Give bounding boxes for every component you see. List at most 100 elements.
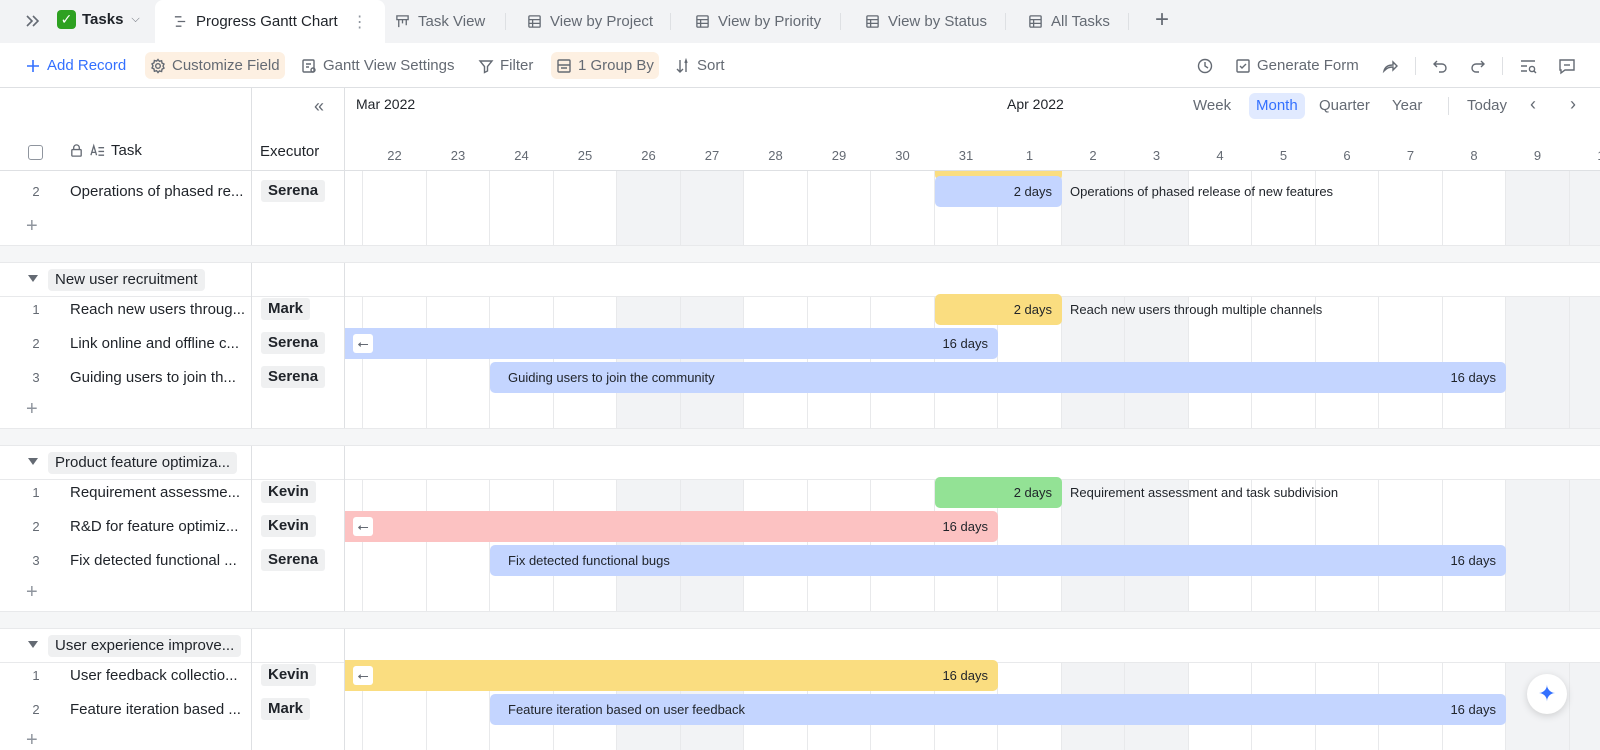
bar-label: Guiding users to join the community: [508, 370, 715, 385]
share-icon[interactable]: [1381, 57, 1399, 75]
row-index: 1: [32, 485, 40, 500]
executor-tag[interactable]: Mark: [261, 698, 311, 720]
comment-icon[interactable]: [1558, 57, 1576, 75]
tab-divider: [670, 13, 671, 30]
sort-button[interactable]: Sort: [670, 52, 730, 79]
chevron-left-icon[interactable]: ‹: [1530, 94, 1536, 115]
gantt-bar[interactable]: 2 days: [935, 294, 1062, 325]
executor-tag[interactable]: Kevin: [261, 481, 316, 503]
executor-tag[interactable]: Serena: [261, 180, 326, 202]
arrow-left-icon[interactable]: ⭠: [353, 666, 373, 685]
bar-duration: 16 days: [942, 668, 988, 683]
row-index: 2: [32, 519, 40, 534]
tab-view-by-priority[interactable]: View by Priority: [695, 0, 821, 43]
add-row-button[interactable]: +: [26, 581, 38, 604]
executor-tag[interactable]: Mark: [261, 298, 311, 320]
gantt-bar[interactable]: Fix detected functional bugs 16 days: [490, 545, 1506, 576]
gantt-bar[interactable]: 2 days: [935, 477, 1062, 508]
gantt-view-settings-label: Gantt View Settings: [323, 57, 455, 74]
day-label: 1: [1570, 148, 1600, 163]
gantt-bar[interactable]: ⭠ 16 days: [345, 511, 998, 542]
tab-task-view[interactable]: Task View: [395, 0, 485, 43]
grid-icon: [696, 15, 709, 28]
ai-assistant-button[interactable]: ✦: [1527, 674, 1567, 714]
tab-progress-gantt-chart[interactable]: Progress Gantt Chart ⋮: [155, 0, 385, 43]
task-column-label: Task: [111, 142, 142, 159]
add-row-button[interactable]: +: [26, 398, 38, 421]
more-icon[interactable]: ⋮: [352, 12, 368, 32]
executor-tag[interactable]: Kevin: [261, 515, 316, 537]
history-icon[interactable]: [1196, 57, 1214, 75]
tab-view-by-project[interactable]: View by Project: [527, 0, 653, 43]
caret-down-icon[interactable]: [28, 458, 38, 465]
toolbar-divider: [1415, 57, 1416, 75]
bar-label: Fix detected functional bugs: [508, 553, 670, 568]
range-quarter-button[interactable]: Quarter: [1312, 93, 1377, 119]
range-week-button[interactable]: Week: [1186, 93, 1238, 119]
bar-duration: 16 days: [1450, 702, 1496, 717]
bar-duration: 16 days: [942, 336, 988, 351]
executor-tag[interactable]: Serena: [261, 332, 326, 354]
expand-sidebar-icon[interactable]: [24, 12, 42, 30]
redo-icon[interactable]: [1469, 57, 1487, 75]
executor-column-title[interactable]: Executor: [260, 143, 319, 160]
add-record-button[interactable]: Add Record: [20, 52, 131, 79]
range-year-button[interactable]: Year: [1385, 93, 1429, 119]
arrow-left-icon[interactable]: ⭠: [353, 517, 373, 536]
task-title[interactable]: Fix detected functional ...: [70, 552, 245, 569]
select-all-checkbox[interactable]: [28, 145, 43, 160]
add-row-button[interactable]: +: [26, 215, 38, 238]
gantt-bar[interactable]: 2 days: [935, 176, 1062, 207]
bar-label: Requirement assessment and task subdivis…: [1070, 485, 1339, 500]
add-row-button[interactable]: +: [26, 729, 38, 750]
range-month-button[interactable]: Month: [1249, 93, 1305, 119]
customize-field-label: Customize Field: [172, 57, 280, 74]
table-switcher[interactable]: ✓ Tasks ⌵: [57, 10, 140, 29]
gantt-body: 2 Operations of phased re... Serena 2 da…: [0, 171, 1600, 750]
task-column-title[interactable]: Task: [69, 142, 142, 159]
task-title[interactable]: Feature iteration based ...: [70, 701, 245, 718]
sort-label: Sort: [697, 57, 725, 74]
gantt-bar[interactable]: Guiding users to join the community 16 d…: [490, 362, 1506, 393]
gantt-bar[interactable]: ⭠ 16 days: [345, 328, 998, 359]
tab-all-tasks[interactable]: All Tasks: [1028, 0, 1110, 43]
executor-tag[interactable]: Serena: [261, 549, 326, 571]
caret-down-icon[interactable]: [28, 641, 38, 648]
search-records-icon[interactable]: [1519, 57, 1537, 75]
executor-tag[interactable]: Serena: [261, 366, 326, 388]
grid-icon: [866, 15, 879, 28]
generate-form-button[interactable]: Generate Form: [1230, 52, 1364, 79]
task-title[interactable]: Link online and offline c...: [70, 335, 245, 352]
add-view-button[interactable]: +: [1150, 8, 1174, 33]
collapse-table-icon[interactable]: «: [314, 96, 334, 116]
day-label: 22: [387, 148, 402, 163]
customize-field-button[interactable]: Customize Field: [145, 52, 285, 79]
gantt-view-settings-button[interactable]: Gantt View Settings: [296, 52, 459, 79]
undo-icon[interactable]: [1431, 57, 1449, 75]
generate-form-label: Generate Form: [1257, 57, 1359, 74]
group-by-button[interactable]: 1 Group By: [551, 52, 659, 79]
chevron-right-icon[interactable]: ›: [1570, 94, 1576, 115]
task-title[interactable]: Requirement assessme...: [70, 484, 245, 501]
caret-down-icon[interactable]: [28, 275, 38, 282]
task-title[interactable]: User feedback collectio...: [70, 667, 245, 684]
day-label: 23: [450, 148, 466, 163]
gantt-bar[interactable]: ⭠ 16 days: [345, 660, 998, 691]
task-title[interactable]: Operations of phased re...: [70, 183, 245, 200]
group-gap: [0, 611, 1600, 629]
bar-duration: 16 days: [1450, 370, 1496, 385]
task-title[interactable]: R&D for feature optimiz...: [70, 518, 245, 535]
tab-label: All Tasks: [1051, 13, 1110, 30]
sort-icon: [676, 57, 688, 73]
tab-divider: [1128, 13, 1129, 30]
task-title[interactable]: Guiding users to join th...: [70, 369, 245, 386]
tab-view-by-status[interactable]: View by Status: [865, 0, 987, 43]
filter-button[interactable]: Filter: [473, 52, 538, 79]
task-title[interactable]: Reach new users throug...: [70, 301, 245, 318]
arrow-left-icon[interactable]: ⭠: [353, 334, 373, 353]
today-button[interactable]: Today: [1460, 93, 1514, 119]
grid-icon: [1029, 15, 1042, 28]
executor-tag[interactable]: Kevin: [261, 664, 316, 686]
row-index: 3: [32, 553, 40, 568]
gantt-bar[interactable]: Feature iteration based on user feedback…: [490, 694, 1506, 725]
